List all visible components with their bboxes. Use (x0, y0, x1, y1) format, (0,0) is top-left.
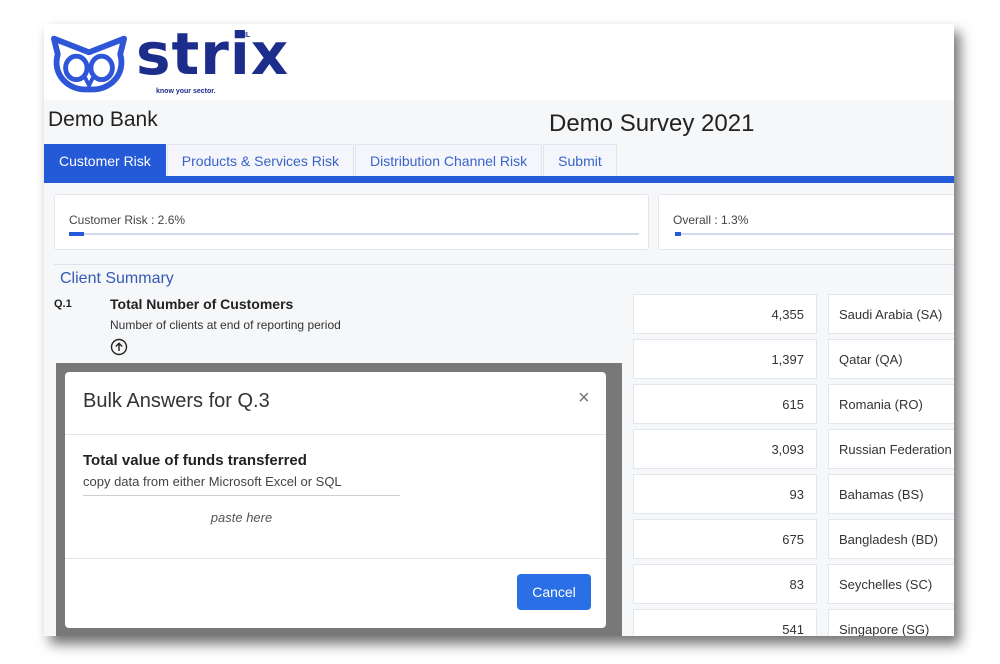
bank-name: Demo Bank (48, 108, 158, 131)
modal-footer-divider (65, 558, 606, 559)
country-cell[interactable]: Singapore (SG) (828, 609, 954, 636)
app-window: strix AML know your sector. Demo Bank De… (44, 24, 954, 636)
brand-superscript: AML (235, 32, 251, 39)
value-cell[interactable]: 1,397 (633, 339, 817, 379)
overall-progress-fill (675, 232, 681, 236)
brand-tagline: know your sector. (156, 88, 216, 95)
tab-products-services-risk[interactable]: Products & Services Risk (166, 144, 354, 176)
country-cell[interactable]: Bangladesh (BD) (828, 519, 954, 559)
customer-risk-progress-card: Customer Risk : 2.6% (54, 194, 649, 250)
modal-question-title: Total value of funds transferred (83, 452, 307, 469)
value-cell[interactable]: 615 (633, 384, 817, 424)
question-title: Total Number of Customers (110, 296, 294, 312)
survey-title: Demo Survey 2021 (549, 110, 755, 137)
customer-risk-progress-label: Customer Risk : 2.6% (69, 213, 186, 227)
customer-risk-progress-track (69, 232, 639, 236)
overall-progress-track (675, 232, 954, 236)
section-divider (54, 264, 954, 265)
country-cell[interactable]: Russian Federation (828, 429, 954, 469)
modal-subtitle-underline (83, 495, 400, 496)
value-cell[interactable]: 4,355 (633, 294, 817, 334)
tab-submit[interactable]: Submit (543, 144, 617, 176)
country-cell[interactable]: Bahamas (BS) (828, 474, 954, 514)
value-cell[interactable]: 541 (633, 609, 817, 636)
owl-logo-icon (50, 35, 128, 93)
cancel-button[interactable]: Cancel (517, 574, 591, 610)
value-cell[interactable]: 93 (633, 474, 817, 514)
customer-risk-progress-fill (69, 232, 84, 236)
country-cell[interactable]: Seychelles (SC) (828, 564, 954, 604)
tab-bar: Customer Risk Products & Services Risk D… (44, 144, 618, 176)
value-cell[interactable]: 83 (633, 564, 817, 604)
logo-header: strix AML know your sector. (44, 24, 954, 100)
value-cell[interactable]: 3,093 (633, 429, 817, 469)
country-cell[interactable]: Saudi Arabia (SA) (828, 294, 954, 334)
bulk-answers-modal: Bulk Answers for Q.3 × Total value of fu… (65, 372, 606, 628)
tab-customer-risk[interactable]: Customer Risk (44, 144, 166, 176)
country-cell[interactable]: Romania (RO) (828, 384, 954, 424)
modal-header-divider (65, 434, 606, 435)
paste-area[interactable]: paste here (83, 500, 400, 550)
modal-question-subtitle: copy data from either Microsoft Excel or… (83, 474, 342, 489)
section-title: Client Summary (60, 270, 174, 287)
question-subtitle: Number of clients at end of reporting pe… (110, 318, 341, 332)
overall-progress-card: Overall : 1.3% (658, 194, 954, 250)
upload-icon[interactable] (110, 338, 128, 356)
tab-underline (44, 176, 954, 183)
country-cell[interactable]: Qatar (QA) (828, 339, 954, 379)
modal-title: Bulk Answers for Q.3 (83, 390, 270, 412)
question-number: Q.1 (54, 298, 72, 310)
brand-name: strix (136, 24, 290, 88)
tab-distribution-channel-risk[interactable]: Distribution Channel Risk (354, 144, 543, 176)
close-icon[interactable]: × (578, 388, 590, 408)
value-cell[interactable]: 675 (633, 519, 817, 559)
overall-progress-label: Overall : 1.3% (673, 213, 749, 227)
